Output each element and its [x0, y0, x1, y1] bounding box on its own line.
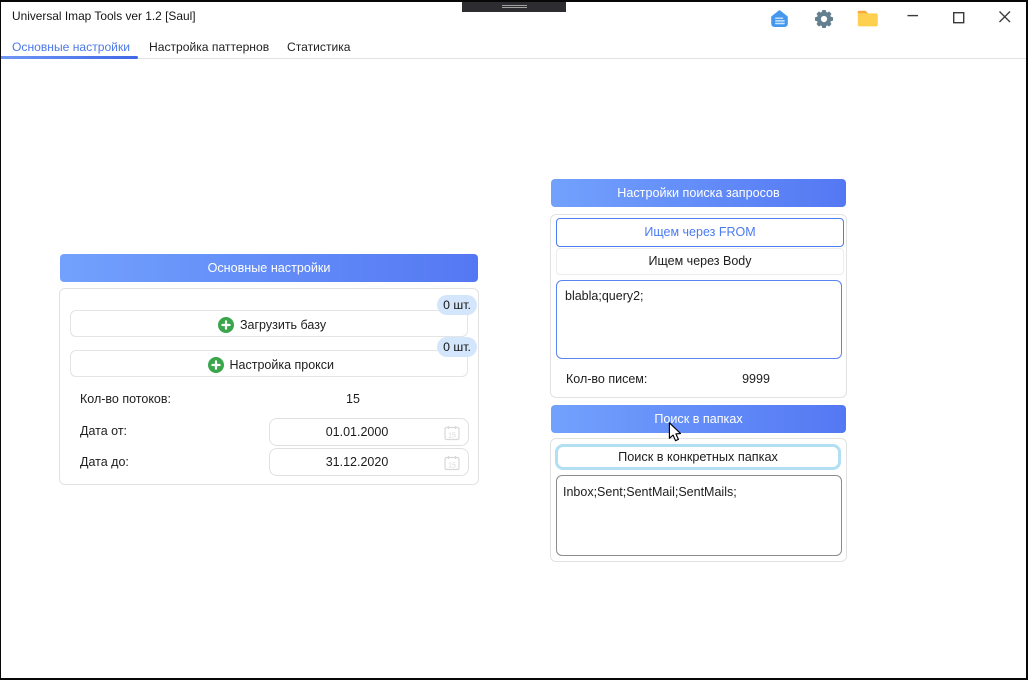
svg-text:15: 15 — [448, 433, 456, 440]
svg-text:15: 15 — [448, 463, 456, 470]
